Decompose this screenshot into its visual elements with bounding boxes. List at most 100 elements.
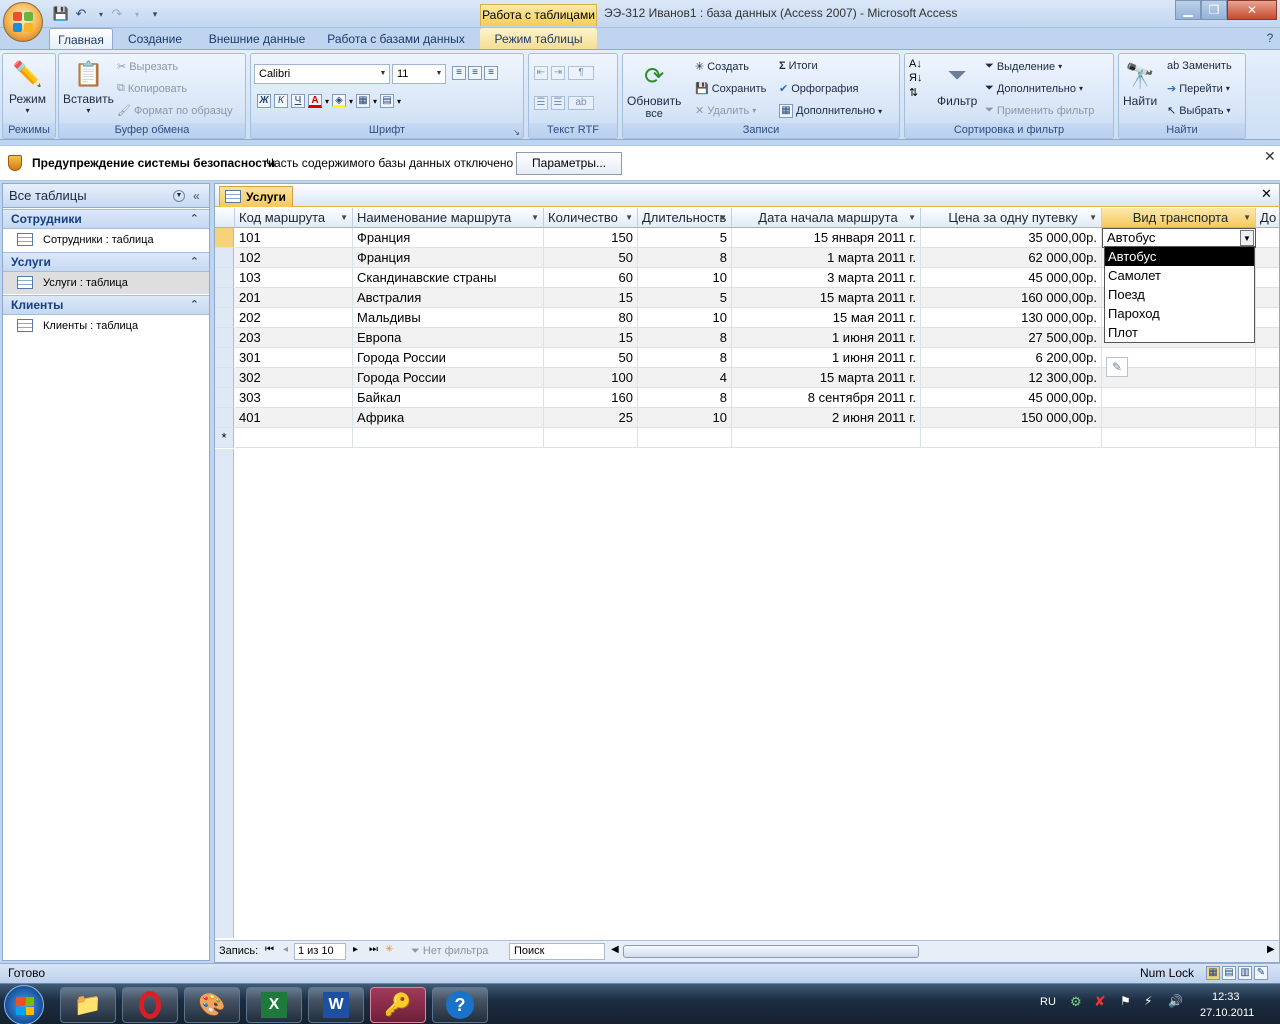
row-selector[interactable]: [215, 268, 234, 288]
table-cell[interactable]: 15 марта 2011 г.: [732, 288, 921, 308]
paragraph-icon[interactable]: ¶: [568, 66, 594, 80]
table-cell[interactable]: [1256, 428, 1279, 448]
table-cell[interactable]: 203: [235, 328, 353, 348]
table-cell[interactable]: 45 000,00р.: [921, 388, 1102, 408]
table-cell[interactable]: 25: [544, 408, 638, 428]
taskbar-paint[interactable]: 🎨: [184, 987, 240, 1023]
chevron-down-icon[interactable]: ▼: [531, 208, 539, 227]
sort-descending-icon[interactable]: Я↓: [909, 72, 922, 84]
new-record-button[interactable]: ✳ Создать: [695, 60, 749, 74]
scroll-right-icon[interactable]: ▶: [1267, 944, 1275, 955]
nav-group-clients[interactable]: Клиенты ⌃: [3, 295, 209, 315]
pivot-table-icon[interactable]: ▤: [1222, 966, 1236, 980]
table-cell[interactable]: 150 000,00р.: [921, 408, 1102, 428]
table-cell[interactable]: 27 500,00р.: [921, 328, 1102, 348]
row-selector[interactable]: [215, 388, 234, 408]
format-painter-button[interactable]: 🖌 Формат по образцу: [117, 104, 233, 118]
table-cell[interactable]: [353, 428, 544, 448]
table-cell[interactable]: 2 июня 2011 г.: [732, 408, 921, 428]
table-cell[interactable]: 35 000,00р.: [921, 228, 1102, 248]
close-icon[interactable]: ✕: [1261, 186, 1272, 202]
selection-filter-button[interactable]: ⏷ Выделение ▾: [985, 60, 1062, 73]
first-record-icon[interactable]: ⏮: [265, 944, 274, 955]
row-selector[interactable]: [215, 228, 234, 248]
tab-home[interactable]: Главная: [49, 28, 113, 50]
bullets-icon[interactable]: ☰: [551, 96, 565, 110]
table-cell[interactable]: 1 июня 2011 г.: [732, 328, 921, 348]
column-header-code[interactable]: Код маршрута ▼: [235, 208, 353, 228]
table-cell[interactable]: Города России: [353, 368, 544, 388]
table-cell[interactable]: 301: [235, 348, 353, 368]
view-button[interactable]: ✏️ Режим ▾: [9, 58, 46, 116]
spelling-button[interactable]: ✔ Орфография: [779, 82, 858, 96]
taskbar-explorer[interactable]: 📁: [60, 987, 116, 1023]
taskbar-excel[interactable]: X: [246, 987, 302, 1023]
column-header-name[interactable]: Наименование маршрута ▼: [353, 208, 544, 228]
table-cell[interactable]: 50: [544, 248, 638, 268]
refresh-all-button[interactable]: ⟳ Обновить все: [627, 60, 681, 121]
advanced-filter-button[interactable]: ⏷ Дополнительно ▾: [985, 82, 1083, 95]
table-cell[interactable]: Города России: [353, 348, 544, 368]
row-selector[interactable]: [215, 308, 234, 328]
nav-item-services-table[interactable]: Услуги : таблица: [3, 272, 209, 294]
table-cell[interactable]: Скандинавские страны: [353, 268, 544, 288]
column-header-duration[interactable]: Длительность ▼: [638, 208, 732, 228]
table-cell[interactable]: 50: [544, 348, 638, 368]
chevron-down-icon[interactable]: ▼: [340, 208, 348, 227]
edit-list-items-icon[interactable]: ✎: [1106, 357, 1128, 377]
language-indicator[interactable]: RU: [1040, 996, 1056, 1008]
flag-icon[interactable]: ⚑: [1120, 994, 1131, 1008]
delete-record-button[interactable]: ✕ Удалить ▾: [695, 104, 756, 118]
table-cell[interactable]: 160: [544, 388, 638, 408]
row-selector[interactable]: [215, 408, 234, 428]
design-view-icon[interactable]: ✎: [1254, 966, 1268, 980]
font-size-combo[interactable]: 11 ▼: [392, 64, 446, 84]
table-cell[interactable]: [921, 428, 1102, 448]
underline-button[interactable]: Ч: [291, 94, 305, 108]
table-cell[interactable]: [1102, 388, 1256, 408]
sort-ascending-icon[interactable]: A↓: [909, 58, 922, 70]
taskbar-opera[interactable]: [122, 987, 178, 1023]
scroll-left-icon[interactable]: ◀: [611, 944, 619, 955]
table-cell[interactable]: Мальдивы: [353, 308, 544, 328]
table-cell[interactable]: 8: [638, 328, 732, 348]
table-cell[interactable]: 4: [638, 368, 732, 388]
table-cell[interactable]: 5: [638, 228, 732, 248]
volume-icon[interactable]: 🔊: [1168, 994, 1183, 1008]
tab-create[interactable]: Создание: [118, 28, 192, 50]
table-cell[interactable]: 160 000,00р.: [921, 288, 1102, 308]
table-cell[interactable]: 10: [638, 308, 732, 328]
paste-button[interactable]: 📋 Вставить ▾: [63, 58, 114, 116]
dropdown-option[interactable]: Автобус: [1105, 247, 1254, 266]
table-cell[interactable]: [1256, 348, 1279, 368]
filter-button[interactable]: ⏷ Фильтр: [937, 60, 977, 108]
table-cell[interactable]: 60: [544, 268, 638, 288]
table-cell[interactable]: 100: [544, 368, 638, 388]
nav-group-services[interactable]: Услуги ⌃: [3, 252, 209, 272]
table-cell[interactable]: 80: [544, 308, 638, 328]
table-cell[interactable]: 15 мая 2011 г.: [732, 308, 921, 328]
table-cell[interactable]: [1256, 288, 1279, 308]
chevron-down-icon[interactable]: ▼: [1240, 230, 1254, 246]
table-cell[interactable]: [235, 428, 353, 448]
alt-fill-icon[interactable]: ▤: [380, 94, 395, 108]
table-cell[interactable]: 401: [235, 408, 353, 428]
select-button[interactable]: ↖ Выбрать ▾: [1167, 104, 1231, 118]
table-cell[interactable]: Франция: [353, 228, 544, 248]
fill-color-icon[interactable]: ◈: [332, 94, 347, 108]
dropdown-option[interactable]: Самолет: [1105, 266, 1254, 285]
table-row[interactable]: 101 Франция 150 5 15 января 2011 г. 35 000,00…: [215, 228, 1279, 248]
goto-button[interactable]: ➔ Перейти ▾: [1167, 82, 1230, 96]
minimize-button[interactable]: ▁: [1175, 0, 1201, 20]
dropdown-option[interactable]: Поезд: [1105, 285, 1254, 304]
doc-tab-services[interactable]: Услуги: [219, 186, 293, 207]
gridlines-icon[interactable]: ▦: [356, 94, 371, 108]
table-cell[interactable]: 3 марта 2011 г.: [732, 268, 921, 288]
next-record-icon[interactable]: ▸: [353, 944, 358, 955]
row-selector[interactable]: *: [215, 428, 234, 448]
table-cell[interactable]: 102: [235, 248, 353, 268]
chevron-down-icon[interactable]: ▼: [719, 208, 727, 227]
search-input[interactable]: Поиск: [509, 943, 605, 960]
customize-qat-icon[interactable]: ▾: [146, 5, 164, 23]
table-cell[interactable]: 15 января 2011 г.: [732, 228, 921, 248]
